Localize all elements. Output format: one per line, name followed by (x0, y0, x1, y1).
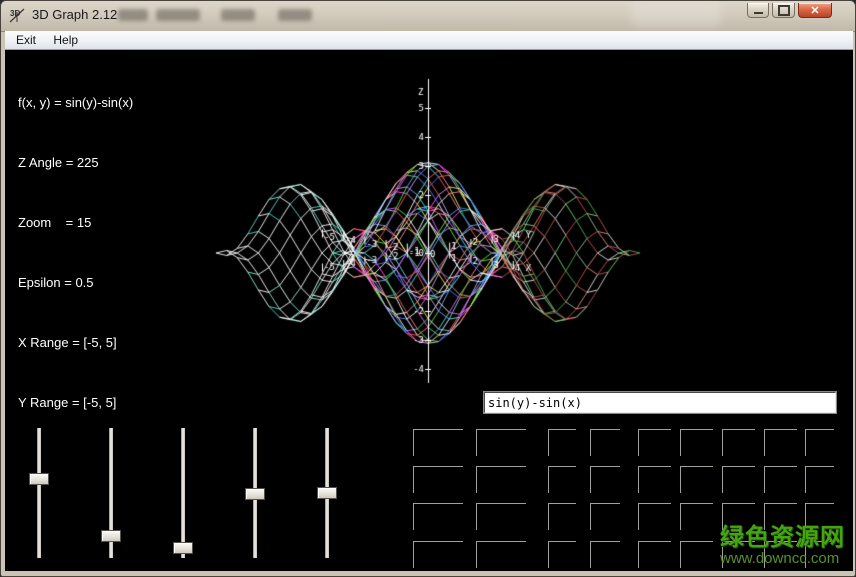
menubar: Exit Help (5, 31, 853, 50)
info-line-z-angle: Z Angle = 225 (18, 153, 133, 173)
keypad-button-r2-c2[interactable] (476, 466, 526, 493)
keypad-button-r2-c6[interactable] (680, 466, 713, 493)
keypad-button-r1-c9[interactable] (805, 429, 834, 456)
titlebar: 3D 3D Graph 2.12 ✕ (1, 1, 855, 32)
info-line-x-range: X Range = [-5, 5] (18, 333, 133, 353)
maximize-icon (778, 5, 790, 16)
minimize-button[interactable] (747, 3, 769, 18)
app-window: 3D 3D Graph 2.12 ✕ Exit Help f(x, y) = s… (0, 0, 856, 577)
close-button[interactable]: ✕ (798, 3, 832, 18)
keypad-button-r3-c6[interactable] (680, 503, 713, 530)
keypad-button-r2-c7[interactable] (722, 466, 755, 493)
client-area: f(x, y) = sin(y)-sin(x) Z Angle = 225 Zo… (5, 50, 853, 571)
keypad-button-r1-c6[interactable] (680, 429, 713, 456)
keypad-button-r2-c9[interactable] (805, 466, 834, 493)
svg-text:3D: 3D (10, 9, 20, 18)
info-panel: f(x, y) = sin(y)-sin(x) Z Angle = 225 Zo… (18, 53, 133, 453)
keypad-button-r1-c1[interactable] (413, 429, 463, 456)
slider-3[interactable] (173, 428, 193, 558)
slider-thumb[interactable] (101, 530, 121, 542)
keypad-button-r1-c3[interactable] (548, 429, 576, 456)
keypad-button-r2-c4[interactable] (590, 466, 620, 493)
keypad-button-r4-c4[interactable] (590, 541, 620, 568)
keypad-button-r3-c4[interactable] (590, 503, 620, 530)
maximize-button[interactable] (772, 3, 795, 18)
keypad-button-r4-c2[interactable] (476, 541, 526, 568)
keypad-button-r2-c8[interactable] (764, 466, 797, 493)
titlebar-ghost-artifact (156, 9, 200, 21)
info-line-zoom: Zoom = 15 (18, 213, 133, 233)
window-title: 3D Graph 2.12 (32, 7, 117, 22)
slider-track[interactable] (181, 428, 185, 558)
keypad-button-r2-c5[interactable] (638, 466, 671, 493)
slider-5[interactable] (317, 428, 337, 558)
formula-input[interactable] (484, 392, 836, 413)
slider-1[interactable] (29, 428, 49, 558)
keypad-button-r1-c4[interactable] (590, 429, 620, 456)
info-line-epsilon: Epsilon = 0.5 (18, 273, 133, 293)
menu-item-help[interactable]: Help (46, 31, 85, 49)
slider-4[interactable] (245, 428, 265, 558)
keypad-button-r4-c5[interactable] (638, 541, 671, 568)
titlebar-ghost-artifact (631, 2, 721, 28)
keypad-button-r1-c8[interactable] (764, 429, 797, 456)
keypad-button-r4-c3[interactable] (548, 541, 576, 568)
keypad-button-r3-c2[interactable] (476, 503, 526, 530)
slider-thumb[interactable] (245, 488, 265, 500)
titlebar-ghost-artifact (118, 9, 148, 21)
info-line-y-range: Y Range = [-5, 5] (18, 393, 133, 413)
watermark-site-name: 绿色资源网 (720, 525, 845, 551)
app-icon: 3D (8, 7, 28, 24)
slider-thumb[interactable] (29, 473, 49, 485)
keypad-button-r3-c1[interactable] (413, 503, 463, 530)
keypad-button-r4-c1[interactable] (413, 541, 463, 568)
keypad-button-r3-c3[interactable] (548, 503, 576, 530)
keypad-button-r1-c7[interactable] (722, 429, 755, 456)
slider-thumb[interactable] (173, 542, 193, 554)
menu-item-exit[interactable]: Exit (9, 31, 43, 49)
titlebar-ghost-artifact (278, 9, 312, 21)
keypad-button-r1-c5[interactable] (638, 429, 671, 456)
watermark: 绿色资源网 www.downcc.com (720, 525, 845, 567)
close-icon: ✕ (810, 4, 819, 17)
keypad-button-r1-c2[interactable] (476, 429, 526, 456)
watermark-site-url: www.downcc.com (720, 551, 845, 567)
slider-2[interactable] (101, 428, 121, 558)
keypad-button-r4-c6[interactable] (680, 541, 713, 568)
keypad-button-r2-c1[interactable] (413, 466, 463, 493)
minimize-icon (754, 12, 763, 14)
keypad-button-r3-c5[interactable] (638, 503, 671, 530)
keypad-button-r2-c3[interactable] (548, 466, 576, 493)
slider-thumb[interactable] (317, 487, 337, 499)
info-line-function: f(x, y) = sin(y)-sin(x) (18, 93, 133, 113)
titlebar-ghost-artifact (221, 9, 255, 21)
slider-track[interactable] (37, 428, 41, 558)
